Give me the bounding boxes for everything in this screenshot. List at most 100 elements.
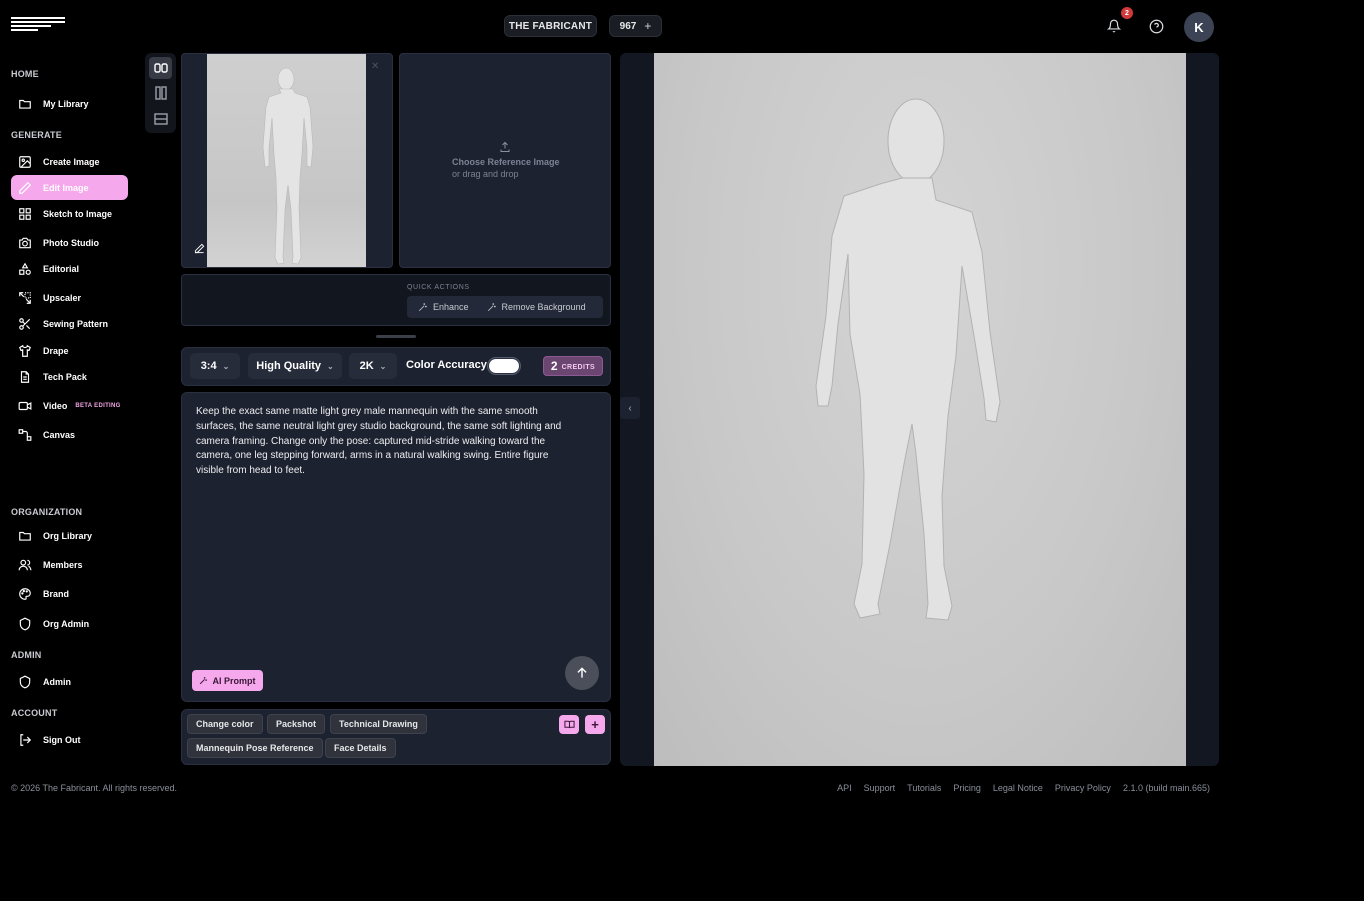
- layout-columns-icon[interactable]: [149, 82, 172, 104]
- sidebar-item-label: Tech Pack: [43, 371, 87, 382]
- sidebar-item-drape[interactable]: Drape: [11, 338, 128, 363]
- sidebar-item-sewing-pattern[interactable]: Sewing Pattern: [11, 311, 128, 336]
- beta-badge: BETA EDITING: [75, 402, 121, 409]
- add-preset-icon[interactable]: +: [585, 715, 605, 734]
- edit-pencil-icon[interactable]: [189, 238, 209, 258]
- credits-pill[interactable]: 967 +: [609, 15, 662, 37]
- app-version: 2.1.0 (build main.665): [1122, 783, 1210, 793]
- close-icon[interactable]: ✕: [371, 61, 379, 72]
- sidebar-item-label: Video: [43, 400, 68, 411]
- aspect-ratio-select[interactable]: 3:4 ⌄: [190, 353, 240, 379]
- sidebar-item-canvas[interactable]: Canvas: [11, 422, 128, 447]
- sidebar-item-org-library[interactable]: Org Library: [11, 523, 128, 548]
- sidebar-item-create-image[interactable]: Create Image: [11, 149, 128, 174]
- user-avatar[interactable]: K: [1184, 12, 1214, 42]
- resize-handle[interactable]: [376, 335, 416, 338]
- copyright-text: © 2026 The Fabricant. All rights reserve…: [11, 783, 178, 793]
- sidebar-item-sketch-to-image[interactable]: Sketch to Image: [11, 201, 128, 226]
- preset-chip[interactable]: Technical Drawing: [330, 714, 427, 734]
- image-icon: [19, 155, 31, 168]
- layout-rows-icon[interactable]: [149, 108, 172, 130]
- footer-link-pricing[interactable]: Pricing: [953, 783, 981, 793]
- quality-select[interactable]: High Quality ⌄: [248, 353, 342, 379]
- scissors-icon: [19, 317, 31, 330]
- pencil-icon: [19, 181, 32, 194]
- sidebar-item-editorial[interactable]: Editorial: [11, 256, 128, 281]
- enhance-button[interactable]: Enhance: [418, 302, 469, 312]
- sidebar-item-label: Org Admin: [43, 618, 90, 629]
- help-icon[interactable]: [1146, 16, 1166, 36]
- sidebar-item-label: Photo Studio: [43, 237, 99, 248]
- sidebar-item-label: Editorial: [43, 263, 80, 274]
- preset-chip[interactable]: Mannequin Pose Reference: [187, 738, 323, 758]
- footer-links: API Support Tutorials Pricing Legal Noti…: [837, 783, 1210, 793]
- color-accuracy-toggle[interactable]: [487, 357, 521, 375]
- preset-chip[interactable]: Packshot: [267, 714, 326, 734]
- folder-icon: [19, 99, 31, 109]
- section-home: HOME: [11, 69, 39, 79]
- app-logo[interactable]: [11, 17, 65, 35]
- layout-side-by-side-icon[interactable]: [149, 57, 172, 79]
- org-switcher[interactable]: THE FABRICANT: [504, 15, 597, 37]
- video-icon: [18, 401, 32, 410]
- sidebar-item-label: Canvas: [43, 429, 76, 440]
- layout-toggle: [145, 53, 176, 133]
- sidebar-item-members[interactable]: Members: [11, 552, 128, 577]
- sidebar-item-label: Org Library: [43, 530, 93, 541]
- sidebar-item-brand[interactable]: Brand: [11, 581, 128, 606]
- aspect-ratio-value: 3:4: [200, 360, 217, 372]
- preset-chip[interactable]: Face Details: [325, 738, 396, 758]
- color-accuracy-label: Color Accuracy: [406, 359, 487, 371]
- sidebar-item-admin[interactable]: Admin: [11, 669, 128, 694]
- footer-link-tutorials[interactable]: Tutorials: [907, 783, 941, 793]
- resolution-value: 2K: [359, 360, 374, 372]
- footer-link-api[interactable]: API: [837, 783, 852, 793]
- document-icon: [20, 370, 30, 383]
- notification-badge: 2: [1121, 7, 1133, 19]
- sidebar-item-my-library[interactable]: My Library: [11, 91, 128, 116]
- footer-link-legal-notice[interactable]: Legal Notice: [993, 783, 1043, 793]
- ai-prompt-button[interactable]: AI Prompt: [192, 670, 263, 691]
- wand-icon: [418, 303, 427, 312]
- shapes-icon: [19, 262, 31, 275]
- chevron-down-icon: ⌄: [222, 361, 230, 371]
- shield-icon: [19, 617, 31, 630]
- quick-actions-label: QUICK ACTIONS: [407, 284, 470, 291]
- generated-image[interactable]: [654, 53, 1186, 766]
- sidebar-item-label: Create Image: [43, 156, 100, 167]
- sidebar-item-video[interactable]: Video BETA EDITING: [11, 393, 128, 418]
- reference-subtitle: or drag and drop: [452, 169, 519, 179]
- quick-actions-bar: Enhance Remove Background: [407, 296, 603, 318]
- sidebar-item-tech-pack[interactable]: Tech Pack: [11, 364, 128, 389]
- org-name: THE FABRICANT: [508, 20, 593, 32]
- section-admin: ADMIN: [11, 650, 42, 660]
- credits-count: 967: [619, 20, 637, 32]
- resolution-select[interactable]: 2K ⌄: [349, 353, 397, 379]
- section-organization: ORGANIZATION: [11, 507, 83, 517]
- preset-chip[interactable]: Change color: [187, 714, 263, 734]
- remove-background-button[interactable]: Remove Background: [487, 302, 586, 312]
- camera-icon: [19, 237, 31, 248]
- sidebar-item-sign-out[interactable]: Sign Out: [11, 727, 128, 752]
- reference-title: Choose Reference Image: [452, 157, 560, 167]
- sidebar-item-upscaler[interactable]: Upscaler: [11, 285, 128, 310]
- add-credits-icon[interactable]: +: [644, 19, 651, 33]
- palette-icon: [19, 587, 31, 600]
- sidebar-item-label: Sketch to Image: [43, 208, 113, 219]
- footer-link-privacy-policy[interactable]: Privacy Policy: [1055, 783, 1111, 793]
- section-account: ACCOUNT: [11, 708, 58, 718]
- sidebar-item-label: Upscaler: [43, 292, 82, 303]
- source-image[interactable]: [207, 54, 366, 267]
- footer-link-support[interactable]: Support: [864, 783, 896, 793]
- prompt-text[interactable]: Keep the exact same matte light grey mal…: [196, 405, 564, 479]
- sidebar-item-label: Brand: [43, 588, 70, 599]
- chevron-left-icon[interactable]: ‹: [620, 397, 640, 419]
- wand-icon: [487, 303, 496, 312]
- sidebar-item-edit-image[interactable]: Edit Image: [11, 175, 128, 200]
- book-icon[interactable]: [559, 715, 579, 734]
- sidebar-item-photo-studio[interactable]: Photo Studio: [11, 230, 128, 255]
- sidebar-item-org-admin[interactable]: Org Admin: [11, 611, 128, 636]
- bell-icon[interactable]: [1104, 16, 1124, 36]
- generate-button[interactable]: [565, 656, 599, 690]
- ai-prompt-label: AI Prompt: [212, 675, 256, 686]
